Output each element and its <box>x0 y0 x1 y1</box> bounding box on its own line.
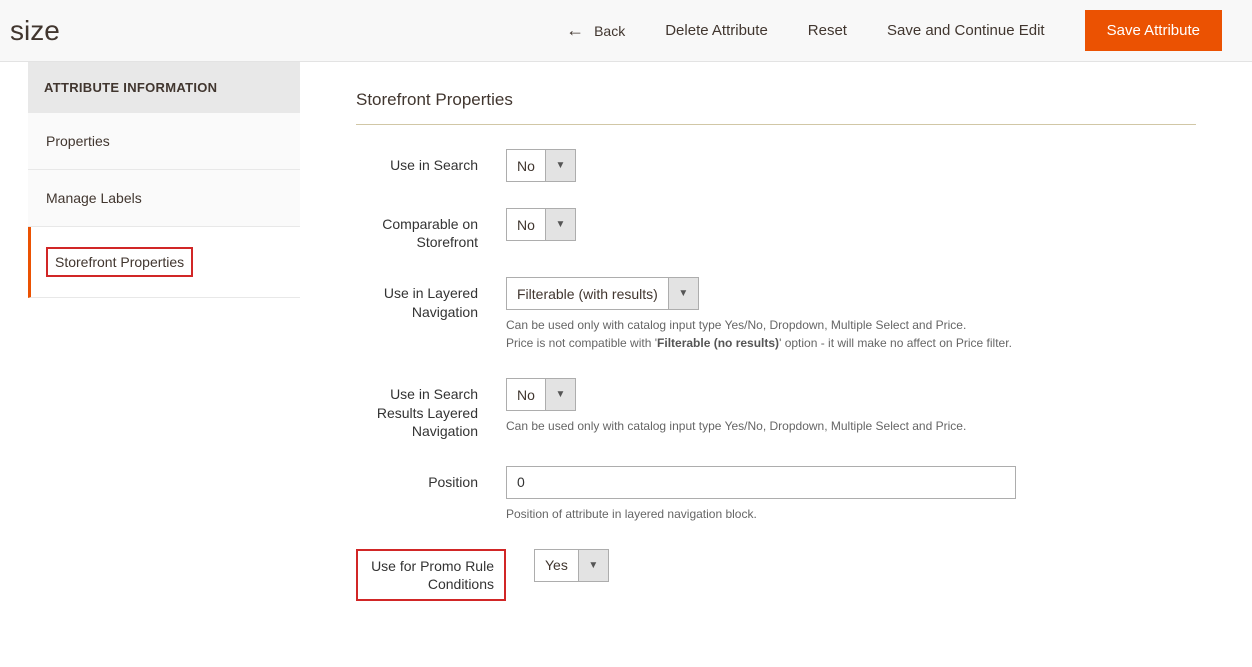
field-comparable: Comparable on Storefront No ▼ <box>356 208 1196 251</box>
field-control: No ▼ <box>506 208 1026 241</box>
select-value: Yes <box>535 550 578 581</box>
field-promo-rule: Use for Promo Rule Conditions Yes ▼ <box>356 549 1196 601</box>
field-use-in-search: Use in Search No ▼ <box>356 149 1196 182</box>
save-attribute-button[interactable]: Save Attribute <box>1085 10 1222 51</box>
highlight-box: Use for Promo Rule Conditions <box>356 549 506 601</box>
back-arrow-icon: ← <box>566 20 584 41</box>
main-panel: Storefront Properties Use in Search No ▼… <box>300 62 1252 667</box>
field-control: No ▼ <box>506 149 1026 182</box>
use-in-search-select[interactable]: No ▼ <box>506 149 576 182</box>
select-value: No <box>507 379 545 410</box>
content-area: ATTRIBUTE INFORMATION Properties Manage … <box>0 62 1252 667</box>
field-label: Use in Search Results Layered Navigation <box>356 378 506 440</box>
field-label: Position <box>356 466 506 491</box>
field-label: Comparable on Storefront <box>356 208 506 251</box>
chevron-down-icon: ▼ <box>545 209 575 240</box>
field-control: Yes ▼ <box>534 549 1054 582</box>
page-header: size ← Back Delete Attribute Reset Save … <box>0 0 1252 62</box>
layered-nav-select[interactable]: Filterable (with results) ▼ <box>506 277 699 310</box>
field-note: Can be used only with catalog input type… <box>506 316 1026 352</box>
header-actions: ← Back Delete Attribute Reset Save and C… <box>566 10 1222 51</box>
sidebar-item-label: Storefront Properties <box>46 247 193 277</box>
field-label-highlighted: Use for Promo Rule Conditions <box>356 549 506 601</box>
field-note: Position of attribute in layered navigat… <box>506 505 1026 523</box>
field-control: Filterable (with results) ▼ Can be used … <box>506 277 1026 352</box>
back-button[interactable]: ← Back <box>566 20 625 41</box>
comparable-select[interactable]: No ▼ <box>506 208 576 241</box>
sidebar-section-title: ATTRIBUTE INFORMATION <box>28 62 300 113</box>
select-value: No <box>507 150 545 181</box>
chevron-down-icon: ▼ <box>545 150 575 181</box>
sidebar: ATTRIBUTE INFORMATION Properties Manage … <box>0 62 300 667</box>
field-layered-nav: Use in Layered Navigation Filterable (wi… <box>356 277 1196 352</box>
sidebar-item-label: Manage Labels <box>46 190 142 206</box>
page-title: size <box>10 15 60 47</box>
promo-rule-select[interactable]: Yes ▼ <box>534 549 609 582</box>
position-input[interactable] <box>506 466 1016 499</box>
search-layered-nav-select[interactable]: No ▼ <box>506 378 576 411</box>
section-title: Storefront Properties <box>356 90 1196 125</box>
back-label: Back <box>594 23 625 39</box>
delete-attribute-button[interactable]: Delete Attribute <box>665 22 768 39</box>
sidebar-item-label: Properties <box>46 133 110 149</box>
chevron-down-icon: ▼ <box>545 379 575 410</box>
select-value: Filterable (with results) <box>507 278 668 309</box>
field-label: Use in Search <box>356 149 506 174</box>
field-position: Position Position of attribute in layere… <box>356 466 1196 523</box>
reset-button[interactable]: Reset <box>808 22 847 39</box>
sidebar-item-storefront-properties[interactable]: Storefront Properties <box>28 227 300 298</box>
field-label: Use in Layered Navigation <box>356 277 506 320</box>
sidebar-item-properties[interactable]: Properties <box>28 113 300 170</box>
chevron-down-icon: ▼ <box>668 278 698 309</box>
select-value: No <box>507 209 545 240</box>
sidebar-item-manage-labels[interactable]: Manage Labels <box>28 170 300 227</box>
chevron-down-icon: ▼ <box>578 550 608 581</box>
field-search-layered-nav: Use in Search Results Layered Navigation… <box>356 378 1196 440</box>
field-note: Can be used only with catalog input type… <box>506 417 1026 435</box>
field-control: Position of attribute in layered navigat… <box>506 466 1026 523</box>
save-continue-button[interactable]: Save and Continue Edit <box>887 22 1045 39</box>
field-control: No ▼ Can be used only with catalog input… <box>506 378 1026 435</box>
